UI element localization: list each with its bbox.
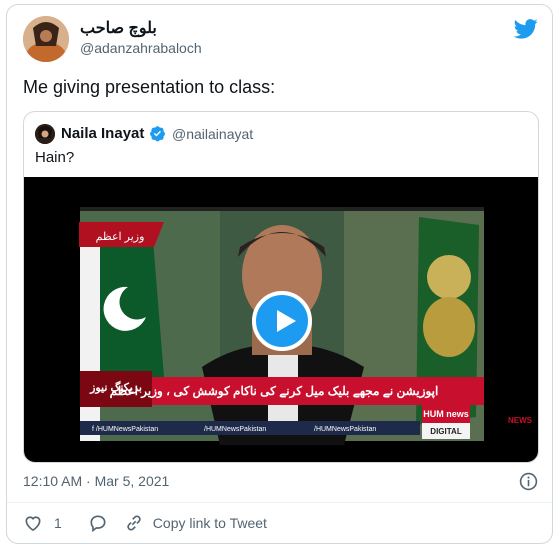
video-logo-text: HUM news	[423, 409, 469, 419]
play-icon	[277, 310, 296, 332]
divider	[7, 502, 552, 503]
quoted-handle[interactable]: @nailainayat	[172, 126, 253, 142]
copy-link-button[interactable]: Copy link to Tweet	[124, 513, 267, 533]
video-corner-text: NEWS	[508, 416, 533, 425]
play-button[interactable]	[252, 291, 312, 351]
reply-icon	[90, 515, 106, 533]
tweet-actions: 1 Copy link to Tweet	[23, 511, 267, 535]
quoted-text: Hain?	[35, 149, 75, 166]
video-footer-item-2: /HUMNewsPakistan	[204, 426, 266, 433]
video-player[interactable]: وزیر اعظم بریکنگ نیوز اپوزیشن نے مجھے بل…	[24, 177, 538, 462]
like-button[interactable]: 1	[23, 513, 62, 533]
quoted-author-avatar[interactable]	[35, 124, 55, 144]
video-logo-sub: DIGITAL	[430, 427, 462, 436]
verified-badge-icon	[150, 126, 165, 142]
video-footer-item-3: /HUMNewsPakistan	[314, 426, 376, 433]
tweet-timestamp[interactable]: 12:10 AM · Mar 5, 2021	[23, 473, 169, 489]
tweet-text: Me giving presentation to class:	[23, 77, 276, 97]
copy-link-label: Copy link to Tweet	[152, 515, 267, 531]
video-channel-label: وزیر اعظم	[96, 231, 145, 243]
author-avatar[interactable]	[23, 16, 69, 62]
heart-icon	[25, 516, 41, 532]
reply-button[interactable]	[88, 513, 108, 533]
like-count: 1	[54, 515, 62, 531]
author-display-name[interactable]: بلوچ صاحب	[80, 18, 157, 38]
link-icon	[127, 515, 141, 531]
video-footer-item-1: f /HUMNewsPakistan	[92, 426, 158, 433]
quoted-tweet[interactable]: Naila Inayat @nailainayat Hain? وزیر اعظ…	[23, 111, 539, 463]
author-handle[interactable]: @adanzahrabaloch	[80, 40, 202, 56]
info-icon[interactable]	[519, 472, 538, 491]
twitter-bird-icon[interactable]	[514, 18, 538, 40]
video-ticker-text: اپوزیشن نے مجھے بلیک میل کرنے کی ناکام ک…	[110, 384, 439, 399]
quoted-display-name[interactable]: Naila Inayat	[61, 125, 144, 142]
tweet-card: بلوچ صاحب @adanzahrabaloch Me giving pre…	[6, 4, 553, 544]
